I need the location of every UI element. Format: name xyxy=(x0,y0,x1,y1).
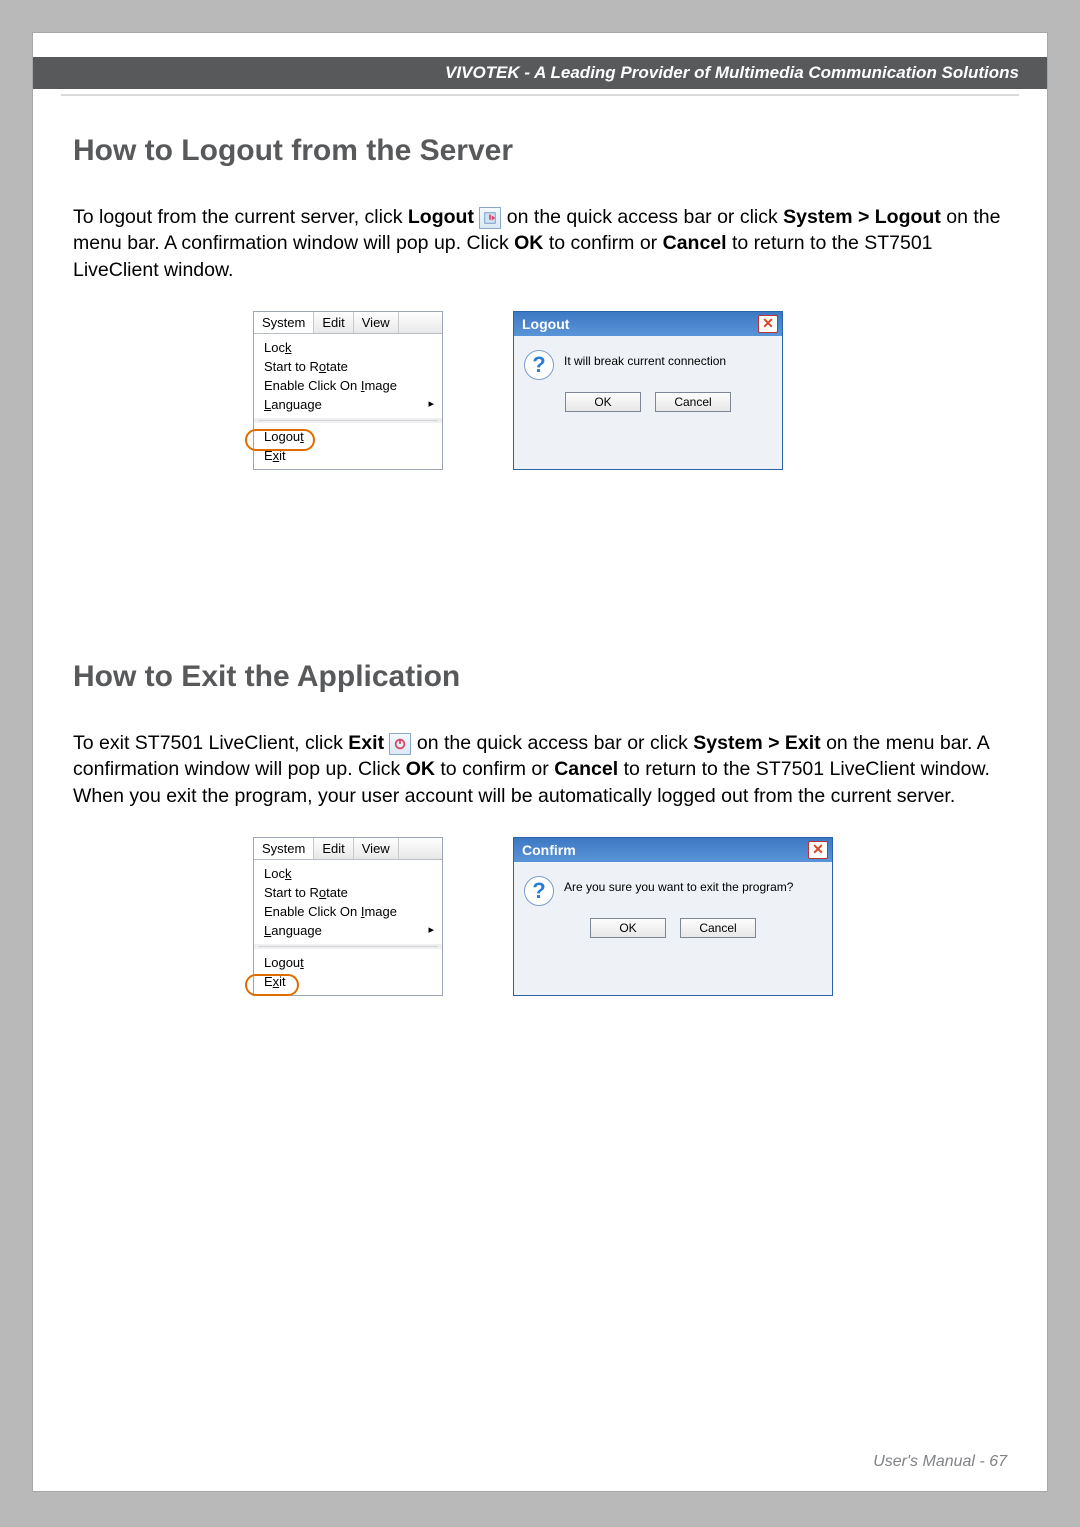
figure-row-exit: System Edit View Lock Start to Rotate En… xyxy=(73,837,1007,996)
menu-tab-view[interactable]: View xyxy=(354,838,399,859)
close-icon[interactable]: ✕ xyxy=(808,841,828,859)
bold-logout: Logout xyxy=(408,206,474,228)
bold-ok: OK xyxy=(514,232,543,254)
dialog-buttons: OK Cancel xyxy=(514,908,832,952)
text: on the quick access bar or click xyxy=(507,206,783,228)
submenu-arrow-icon: ▸ xyxy=(428,923,434,936)
dialog-body: ? Are you sure you want to exit the prog… xyxy=(514,862,832,908)
text: on the quick access bar or click xyxy=(417,732,693,754)
logout-dialog: Logout ✕ ? It will break current connect… xyxy=(513,311,783,470)
menu-tab-view[interactable]: View xyxy=(354,312,399,333)
dialog-buttons: OK Cancel xyxy=(514,382,782,426)
bold-cancel: Cancel xyxy=(663,232,727,254)
system-menu-exit-figure: System Edit View Lock Start to Rotate En… xyxy=(253,837,443,996)
menu-bar: System Edit View xyxy=(254,838,442,860)
menu-separator xyxy=(258,946,438,947)
text: to confirm or xyxy=(440,758,554,780)
header-brand-text: VIVOTEK - A Leading Provider of Multimed… xyxy=(445,63,1019,82)
footer-label: User's Manual - xyxy=(873,1453,989,1470)
header-bar: VIVOTEK - A Leading Provider of Multimed… xyxy=(33,57,1047,89)
menu-separator xyxy=(258,420,438,421)
menu-group-1: Lock Start to Rotate Enable Click On Ima… xyxy=(254,334,442,418)
callout-exit-highlight xyxy=(245,974,299,996)
menu-item-rotate[interactable]: Start to Rotate xyxy=(254,883,442,902)
text: To logout from the current server, click xyxy=(73,206,408,228)
menu-item-logout[interactable]: Logout xyxy=(254,953,442,972)
footer: User's Manual - 67 xyxy=(873,1453,1007,1471)
menu-tab-edit[interactable]: Edit xyxy=(314,312,353,333)
dialog-titlebar: Logout ✕ xyxy=(514,312,782,336)
bold-cancel: Cancel xyxy=(554,758,618,780)
section-exit: How to Exit the Application To exit ST75… xyxy=(73,660,1007,996)
document-page: VIVOTEK - A Leading Provider of Multimed… xyxy=(32,32,1048,1492)
question-icon: ? xyxy=(524,876,554,906)
close-icon[interactable]: ✕ xyxy=(758,315,778,333)
menu-tab-system[interactable]: System xyxy=(254,312,314,333)
menu-item-rotate[interactable]: Start to Rotate xyxy=(254,357,442,376)
text: To exit ST7501 LiveClient, click xyxy=(73,732,348,754)
exit-toolbar-icon xyxy=(389,733,411,755)
confirm-dialog: Confirm ✕ ? Are you sure you want to exi… xyxy=(513,837,833,996)
system-menu-logout-figure: System Edit View Lock Start to Rotate En… xyxy=(253,311,443,470)
bold-system-logout: System > Logout xyxy=(783,206,941,228)
paragraph-logout: To logout from the current server, click… xyxy=(73,204,1007,283)
dialog-title: Logout xyxy=(522,316,569,332)
heading-exit: How to Exit the Application xyxy=(73,660,1007,694)
dialog-body: ? It will break current connection xyxy=(514,336,782,382)
menu-item-lock[interactable]: Lock xyxy=(254,864,442,883)
menu-item-language[interactable]: Language▸ xyxy=(254,921,442,940)
ok-button[interactable]: OK xyxy=(590,918,666,938)
system-menu: System Edit View Lock Start to Rotate En… xyxy=(253,837,443,996)
dialog-message: It will break current connection xyxy=(564,350,726,368)
heading-logout: How to Logout from the Server xyxy=(73,134,1007,168)
page-number: 67 xyxy=(989,1453,1007,1470)
text: to confirm or xyxy=(549,232,663,254)
question-icon: ? xyxy=(524,350,554,380)
ok-button[interactable]: OK xyxy=(565,392,641,412)
cancel-button[interactable]: Cancel xyxy=(655,392,731,412)
bold-ok: OK xyxy=(406,758,435,780)
menu-bar: System Edit View xyxy=(254,312,442,334)
bold-exit: Exit xyxy=(348,732,384,754)
logout-toolbar-icon xyxy=(479,207,501,229)
top-accent xyxy=(33,33,1047,57)
callout-logout-highlight xyxy=(245,429,315,451)
menu-item-clickimage[interactable]: Enable Click On Image xyxy=(254,902,442,921)
paragraph-exit: To exit ST7501 LiveClient, click Exit on… xyxy=(73,730,1007,809)
figure-row-logout: System Edit View Lock Start to Rotate En… xyxy=(73,311,1007,470)
menu-item-lock[interactable]: Lock xyxy=(254,338,442,357)
main-content: How to Logout from the Server To logout … xyxy=(33,96,1047,996)
menu-item-clickimage[interactable]: Enable Click On Image xyxy=(254,376,442,395)
menu-group-1: Lock Start to Rotate Enable Click On Ima… xyxy=(254,860,442,944)
dialog-message: Are you sure you want to exit the progra… xyxy=(564,876,793,894)
bold-system-exit: System > Exit xyxy=(693,732,820,754)
submenu-arrow-icon: ▸ xyxy=(428,397,434,410)
dialog-title: Confirm xyxy=(522,842,576,858)
menu-item-language[interactable]: Language▸ xyxy=(254,395,442,414)
menu-tab-system[interactable]: System xyxy=(254,838,314,859)
menu-tab-edit[interactable]: Edit xyxy=(314,838,353,859)
dialog-titlebar: Confirm ✕ xyxy=(514,838,832,862)
cancel-button[interactable]: Cancel xyxy=(680,918,756,938)
